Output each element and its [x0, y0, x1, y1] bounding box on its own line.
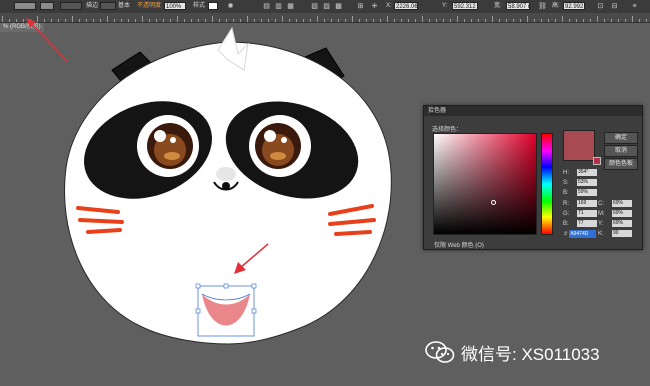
rgb-label[interactable]: B:	[563, 221, 569, 227]
hsb-label[interactable]: S:	[563, 180, 569, 186]
cmyk-label[interactable]: Y:	[598, 221, 603, 227]
hue-slider[interactable]	[541, 133, 553, 235]
rgb-input[interactable]: 77	[577, 220, 597, 227]
current-color-swatch	[563, 130, 595, 161]
rgb-input[interactable]: 169	[577, 200, 597, 207]
cmyk-label[interactable]: M:	[598, 211, 605, 217]
wechat-watermark: 微信号: XS011033	[425, 338, 600, 366]
cmyk-row: C: 69%	[598, 200, 632, 208]
cmyk-input[interactable]: 90	[612, 230, 632, 237]
web-only-checkbox[interactable]: 仅限 Web 颜色 (O)	[434, 240, 484, 249]
rgb-row: B: 77	[563, 220, 597, 228]
watermark-text: 微信号: XS011033	[461, 344, 600, 364]
hsb-label[interactable]: B:	[563, 190, 569, 196]
hex-input[interactable]: A9474D	[569, 230, 597, 238]
hsb-input[interactable]: 354°	[577, 169, 597, 176]
color-cursor[interactable]	[491, 200, 496, 205]
cmyk-label[interactable]: K:	[598, 231, 604, 237]
web-only-label: 仅限 Web 颜色 (O)	[434, 243, 484, 249]
rgb-row: G: 71	[563, 210, 597, 218]
ok-button[interactable]: 确定	[604, 132, 638, 144]
rgb-label[interactable]: G:	[563, 211, 569, 217]
hsb-row: H: 354°	[563, 169, 597, 177]
color-picker-dialog: 拾色器 选择颜色： 确定 取消 颜色色板 H: 354° S: 53% B: 59% R:…	[423, 105, 643, 250]
wechat-logo-icon	[425, 341, 455, 363]
dialog-title[interactable]: 拾色器	[424, 106, 642, 116]
right-eye	[249, 115, 311, 177]
hsb-row: S: 53%	[563, 179, 597, 187]
hsb-label[interactable]: H:	[563, 170, 569, 176]
select-color-label: 选择颜色：	[432, 127, 463, 133]
left-eye	[137, 115, 199, 177]
cmyk-input[interactable]: 69%	[612, 200, 632, 207]
saturation-brightness-field[interactable]	[433, 133, 537, 235]
arrow-annotation-top	[26, 18, 69, 63]
hex-row: # A9474D	[564, 230, 597, 238]
rgb-input[interactable]: 71	[577, 210, 597, 217]
hsb-row: B: 59%	[563, 189, 597, 197]
cmyk-input[interactable]: 69%	[612, 210, 632, 217]
cmyk-label[interactable]: C:	[598, 201, 604, 207]
cmyk-input[interactable]: 69%	[612, 220, 632, 227]
cancel-button[interactable]: 取消	[604, 145, 638, 157]
hex-label: #	[564, 231, 568, 238]
color-swatches-button[interactable]: 颜色色板	[604, 158, 638, 170]
cmyk-row: K: 90	[598, 230, 632, 238]
hsb-input[interactable]: 59%	[577, 189, 597, 196]
cmyk-row: M: 69%	[598, 210, 632, 218]
hsb-input[interactable]: 53%	[577, 179, 597, 186]
rgb-label[interactable]: R:	[563, 201, 569, 207]
out-of-gamut-swatch[interactable]	[593, 157, 601, 165]
rgb-row: R: 169	[563, 200, 597, 208]
cmyk-row: Y: 69%	[598, 220, 632, 228]
